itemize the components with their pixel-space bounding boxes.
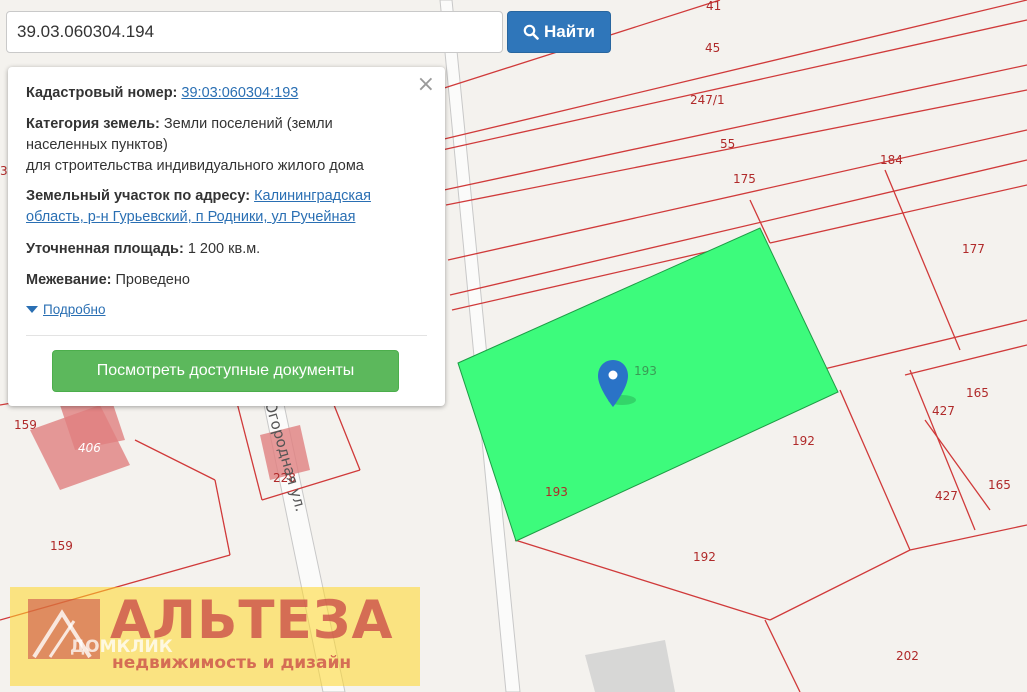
survey-label: Межевание:	[26, 272, 112, 288]
parcel-label: 202	[896, 649, 919, 663]
search-button[interactable]: Найти	[507, 11, 611, 53]
selected-parcel[interactable]	[457, 227, 839, 542]
parcel-label: 159	[50, 539, 73, 553]
area-row: Уточненная площадь: 1 200 кв.м.	[26, 239, 396, 260]
close-icon[interactable]: ×	[417, 73, 435, 97]
parcel-label: 165	[966, 386, 989, 400]
parcel-label: 41	[706, 0, 721, 13]
parcel-label: 247/1	[690, 93, 725, 107]
survey-row: Межевание: Проведено	[26, 270, 396, 291]
search-button-label: Найти	[544, 22, 595, 41]
survey-value: Проведено	[115, 272, 190, 288]
parcel-label: 3	[0, 164, 8, 178]
parcel-label: 45	[705, 41, 720, 55]
cadastral-label: Кадастровый номер:	[26, 85, 178, 101]
watermark-source: ДОМКЛИК	[70, 637, 173, 657]
parcel-label: 159	[14, 418, 37, 432]
building	[585, 640, 675, 692]
address-row: Земельный участок по адресу: Калининград…	[26, 186, 396, 228]
watermark: АЛЬТЕЗА недвижимость и дизайн ДОМКЛИК	[10, 587, 420, 686]
parcel-label: 427	[935, 489, 958, 503]
parcel-label: 55	[720, 137, 735, 151]
category-label: Категория земель:	[26, 116, 160, 132]
divider	[26, 335, 427, 336]
cadastral-number-link[interactable]: 39:03:060304:193	[181, 85, 298, 101]
details-toggle[interactable]: Подробно	[26, 302, 106, 317]
search-icon	[523, 24, 539, 40]
category-value-purpose: для строительства индивидуального жилого…	[26, 158, 364, 174]
parcel-info-popup: × Кадастровый номер: 39:03:060304:193 Ка…	[8, 67, 445, 406]
cadastral-number-row: Кадастровый номер: 39:03:060304:193	[26, 83, 396, 104]
parcel-label: 193	[634, 364, 657, 378]
area-label: Уточненная площадь:	[26, 241, 184, 257]
land-category-row: Категория земель: Земли поселений (земли…	[26, 114, 396, 177]
search-input[interactable]	[6, 11, 503, 53]
address-label: Земельный участок по адресу:	[26, 188, 251, 204]
parcel-label: 165	[988, 478, 1011, 492]
area-value: 1 200 кв.м.	[187, 241, 261, 257]
map-marker-dot	[608, 370, 618, 380]
parcel-label: 184	[880, 153, 903, 167]
caret-down-icon	[26, 306, 38, 313]
parcel-label: 192	[693, 550, 716, 564]
parcel-label: 193	[545, 485, 568, 499]
view-documents-button[interactable]: Посмотреть доступные документы	[52, 350, 399, 392]
details-link[interactable]: Подробно	[43, 302, 106, 317]
parcel-label: 177	[962, 242, 985, 256]
parcel-label: 427	[932, 404, 955, 418]
parcel-label: 406	[78, 441, 101, 455]
parcel-label: 192	[792, 434, 815, 448]
parcel-label: 175	[733, 172, 756, 186]
